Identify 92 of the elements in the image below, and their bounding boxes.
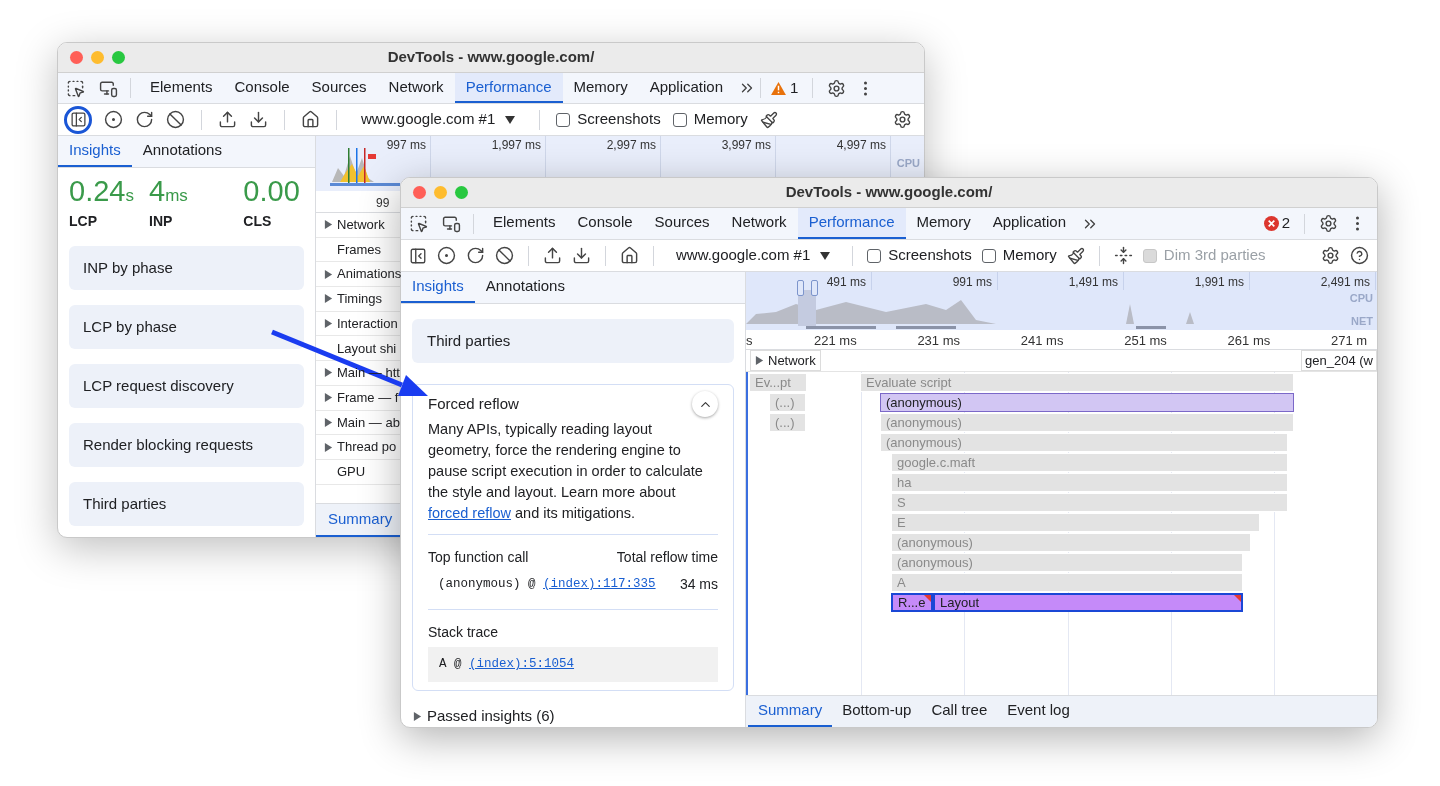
ruler-label: 261 ms (1227, 332, 1271, 350)
panel-tab[interactable]: Application (638, 73, 735, 103)
window-title: DevTools - www.google.com/ (785, 182, 993, 203)
metric-label: LCP (69, 212, 98, 231)
checkbox-label: Screenshots (888, 245, 972, 266)
checkbox-label: Memory (1002, 245, 1057, 266)
lane-label: CPU (1349, 291, 1373, 306)
error-count: 2 (1281, 213, 1290, 234)
track-label[interactable]: GPU (337, 461, 366, 482)
panel-tab[interactable]: Console (566, 208, 644, 239)
insight-title[interactable]: Forced reflow (428, 392, 519, 416)
panel-tab[interactable]: Network (377, 73, 455, 103)
details-tab[interactable]: Bottom-up (832, 696, 922, 727)
track-label[interactable]: Main — htt (337, 363, 400, 383)
track-label[interactable]: Thread po (337, 437, 397, 457)
time-label: 3,997 ms (721, 137, 771, 154)
insight-card[interactable]: Third parties (412, 319, 734, 363)
function-call: (anonymous) @ (438, 576, 537, 594)
ruler-label: 251 ms (1124, 332, 1167, 350)
ruler-label: 271 m (1331, 332, 1368, 350)
track-label[interactable]: Network (337, 215, 385, 235)
time-label: 2,997 ms (606, 137, 656, 154)
window-title: DevTools - www.google.com/ (387, 47, 595, 68)
panel-tab[interactable]: Application (981, 208, 1078, 239)
panel-tab[interactable]: Performance (454, 73, 563, 103)
time-label: 997 ms (386, 137, 426, 154)
sidebar-tab[interactable]: Insights (401, 272, 475, 303)
target-dropdown[interactable]: www.google.com #1 (668, 244, 839, 267)
column-header: Top function call (428, 548, 529, 567)
metric-label: INP (149, 212, 174, 231)
details-tab[interactable]: Summary (748, 696, 833, 727)
metric-value: 0.00 (243, 176, 301, 209)
insight-description: Many APIs, typically reading layout geometry, force the rendering engine to pause script execution in order to calculate the style and layout. Learn more about forced reflow and its mitigations. (428, 417, 718, 535)
reflow-time: 34 ms (679, 575, 718, 594)
insight-card[interactable]: LCP request discovery (69, 364, 304, 408)
flame-chart-entry[interactable]: R...e (891, 593, 933, 612)
track-label[interactable]: Layout shi (337, 338, 397, 359)
flame-chart-entry[interactable]: Layout (933, 593, 1243, 612)
sidebar-tab[interactable]: Annotations (474, 272, 576, 303)
passed-insights-toggle[interactable]: Passed insights (6) (427, 705, 555, 727)
details-tab[interactable]: Event log (997, 696, 1080, 727)
insight-card[interactable]: Render blocking requests (69, 423, 304, 467)
insight-card[interactable]: LCP by phase (69, 305, 304, 349)
time-label: 1,997 ms (491, 137, 541, 154)
checkbox-label: Memory (693, 109, 748, 130)
track-label[interactable]: Interaction (337, 313, 398, 334)
ruler-label: 241 ms (1020, 332, 1064, 350)
panel-tab[interactable]: Elements (139, 73, 224, 103)
panel-tab[interactable]: Elements (482, 208, 567, 239)
lane-label: NET (1351, 313, 1373, 329)
panel-tab[interactable]: Sources (300, 73, 378, 103)
ruler-label: 231 ms (917, 332, 961, 350)
panel-tab[interactable]: Performance (797, 208, 906, 239)
track-label[interactable]: Main — ab (337, 412, 400, 433)
warning-count: 1 (790, 77, 799, 98)
insight-card[interactable]: INP by phase (69, 246, 304, 290)
section-title: Stack trace (428, 623, 500, 642)
time-label: 1,991 ms (1194, 274, 1244, 290)
panel-tab[interactable]: Memory (905, 208, 982, 239)
metric-value: 4ms (149, 176, 189, 209)
sidebar-tab[interactable]: Insights (58, 136, 132, 167)
time-label: 2,491 ms (1320, 274, 1370, 290)
checkbox-label: Dim 3rd parties (1163, 245, 1266, 266)
network-request[interactable]: gen_204 (w (1301, 349, 1377, 372)
details-tab[interactable]: Call tree (921, 696, 998, 727)
time-label: 1,491 ms (1068, 274, 1118, 290)
track-label[interactable]: Timings (337, 289, 383, 309)
lane-label: CPU (896, 156, 920, 172)
insight-card[interactable]: Third parties (69, 482, 304, 526)
track-label[interactable]: Frames (337, 239, 382, 260)
metric-label: CLS (243, 212, 273, 231)
flame-chart-entry[interactable]: (anonymous) (880, 393, 1294, 412)
source-link[interactable]: (index):5:1054 (469, 655, 575, 674)
checkbox-label: Screenshots (577, 109, 661, 130)
ruler-label: s (746, 332, 753, 350)
target-dropdown[interactable]: www.google.com #1 (353, 108, 524, 131)
panel-tab[interactable]: Memory (562, 73, 639, 103)
time-label: 491 ms (826, 274, 866, 290)
panel-tab[interactable]: Sources (643, 208, 721, 239)
source-link[interactable]: (index):117:335 (543, 575, 656, 594)
docs-link[interactable]: forced reflow (428, 505, 511, 521)
stack-frame: A @ (439, 655, 469, 674)
ruler-label: 99 (376, 195, 390, 212)
ruler-label: 221 ms (814, 332, 857, 350)
panel-tab[interactable]: Network (720, 208, 798, 239)
sidebar-tab[interactable]: Annotations (131, 136, 233, 167)
time-label: 4,997 ms (836, 137, 886, 154)
time-label: 991 ms (952, 274, 992, 290)
panel-tab[interactable]: Console (223, 73, 301, 103)
track-label[interactable]: Frame — f (337, 387, 399, 408)
column-header: Total reflow time (616, 548, 718, 567)
track-label[interactable]: Animations (337, 264, 402, 284)
